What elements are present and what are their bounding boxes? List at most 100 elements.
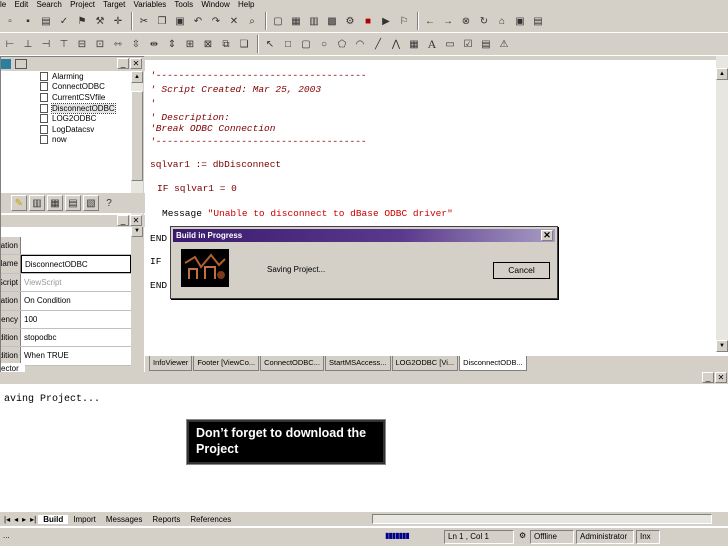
screen-icon[interactable]: ▢ [270, 13, 286, 29]
refresh-icon[interactable]: ↻ [476, 13, 492, 29]
delete-icon[interactable]: ✕ [226, 13, 242, 29]
text-icon[interactable]: A [424, 36, 440, 52]
view-script-link[interactable]: ViewScript [21, 274, 131, 291]
forward-icon[interactable]: → [440, 13, 456, 29]
tab-reports[interactable]: Reports [147, 515, 185, 524]
grid-icon[interactable]: ▩ [324, 13, 340, 29]
scroll-thumb[interactable] [131, 91, 143, 181]
print-preview-icon[interactable]: ▤ [530, 13, 546, 29]
scroll-down-icon[interactable]: ▼ [716, 340, 728, 352]
scroll-up-icon[interactable]: ▲ [716, 68, 728, 80]
group-icon[interactable]: ⊞ [182, 36, 198, 52]
frequency-field[interactable]: 100 [21, 311, 131, 328]
same-height-icon[interactable]: ⇕ [164, 36, 180, 52]
tab-messages[interactable]: Messages [101, 515, 147, 524]
paste-icon[interactable]: ▣ [172, 13, 188, 29]
tasks-tab-icon[interactable]: ▤ [65, 195, 81, 211]
tab-startmsaccess[interactable]: StartMSAccess... [324, 356, 391, 371]
align-middle-icon[interactable]: ⊟ [74, 36, 90, 52]
menu-variables[interactable]: Variables [134, 0, 167, 9]
window-icon[interactable]: ▥ [306, 13, 322, 29]
arc-icon[interactable]: ◠ [352, 36, 368, 52]
close-icon[interactable]: ✕ [715, 372, 727, 383]
tools-icon[interactable]: ⚙ [342, 13, 358, 29]
pencil-icon[interactable]: ✎ [11, 195, 27, 211]
menu-edit[interactable]: Edit [14, 0, 28, 9]
same-width-icon[interactable]: ⇹ [146, 36, 162, 52]
check-icon[interactable]: ✓ [56, 13, 72, 29]
print-icon[interactable]: ▤ [38, 13, 54, 29]
minimize-button[interactable]: _ [117, 215, 129, 226]
runtime-icon[interactable]: ▶ [378, 13, 394, 29]
menu-help[interactable]: Help [238, 0, 254, 9]
minimize-button[interactable]: _ [702, 372, 714, 383]
tab-scroll-last-icon[interactable]: ▸| [28, 515, 38, 524]
tab-scroll-next-icon[interactable]: ▸ [20, 515, 28, 524]
tab-footer[interactable]: Footer [ViewCo... [193, 356, 260, 371]
tab-connectodbc[interactable]: ConnectODBC... [260, 356, 324, 371]
select-icon[interactable]: ↖ [262, 36, 278, 52]
button-icon[interactable]: ▭ [442, 36, 458, 52]
horizontal-scrollbar[interactable] [372, 514, 712, 524]
menu-project[interactable]: Project [70, 0, 95, 9]
home-icon[interactable]: ⌂ [494, 13, 510, 29]
tab-scroll-prev-icon[interactable]: ◂ [12, 515, 20, 524]
minimize-button[interactable]: _ [117, 58, 129, 69]
network-icon[interactable]: ⚐ [396, 13, 412, 29]
bitmap-icon[interactable]: ▦ [406, 36, 422, 52]
menu-target[interactable]: Target [103, 0, 125, 9]
send-back-icon[interactable]: ❏ [236, 36, 252, 52]
tab-infoviewer[interactable]: InfoViewer [149, 356, 193, 371]
menu-search[interactable]: Search [37, 0, 62, 9]
space-vertical-icon[interactable]: ⇳ [128, 36, 144, 52]
align-top-icon[interactable]: ⊤ [56, 36, 72, 52]
tab-build[interactable]: Build [38, 514, 69, 524]
save-icon[interactable]: ▪ [20, 13, 36, 29]
pin-icon[interactable]: ✛ [110, 13, 126, 29]
rectangle-icon[interactable]: □ [280, 36, 296, 52]
redo-icon[interactable]: ↷ [208, 13, 224, 29]
align-left-icon[interactable]: ⊢ [2, 36, 18, 52]
polyline-icon[interactable]: ⋀ [388, 36, 404, 52]
database-tab-icon[interactable]: ▥ [29, 195, 45, 211]
cancel-button[interactable]: Cancel [493, 262, 550, 279]
tree-item-selected[interactable]: DisconnectODBC [1, 102, 131, 114]
align-center-icon[interactable]: ⊥ [20, 36, 36, 52]
stop-icon[interactable]: ⊗ [458, 13, 474, 29]
combo-icon[interactable]: ▤ [478, 36, 494, 52]
graphics-tab-icon[interactable]: ▦ [47, 195, 63, 211]
flag-icon[interactable]: ⚑ [74, 13, 90, 29]
copy-icon[interactable]: ❐ [154, 13, 170, 29]
script-editor[interactable]: '------------------------------------- '… [145, 56, 728, 356]
scroll-up-icon[interactable]: ▲ [131, 71, 143, 83]
condition-field[interactable]: stopodbc [21, 329, 131, 346]
bring-front-icon[interactable]: ⧉ [218, 36, 234, 52]
tab-references[interactable]: References [185, 515, 236, 524]
tab-import[interactable]: Import [68, 515, 101, 524]
property-value[interactable] [21, 237, 131, 254]
checkbox-icon[interactable]: ☑ [460, 36, 476, 52]
condition-mode-field[interactable]: When TRUE [21, 347, 131, 364]
database-icon[interactable]: ■ [360, 13, 376, 29]
activation-field[interactable]: On Condition [21, 292, 131, 309]
tree-item[interactable]: CurrentCSVfile [1, 92, 131, 103]
ellipse-icon[interactable]: ○ [316, 36, 332, 52]
editor-scrollbar[interactable]: ▲ ▼ [716, 56, 728, 352]
tree-item[interactable]: LogDatacsv [1, 124, 131, 135]
tree-item[interactable]: Alarming [1, 71, 131, 82]
space-horizontal-icon[interactable]: ⇿ [110, 36, 126, 52]
alarm-icon[interactable]: ⚠ [496, 36, 512, 52]
help-icon[interactable]: ? [101, 195, 117, 211]
tree-item[interactable]: LOG2ODBC [1, 113, 131, 124]
cut-icon[interactable]: ✂ [136, 13, 152, 29]
line-icon[interactable]: ╱ [370, 36, 386, 52]
comm-tab-icon[interactable]: ▧ [83, 195, 99, 211]
tag-icon[interactable]: ▦ [288, 13, 304, 29]
polygon-icon[interactable]: ⬠ [334, 36, 350, 52]
tab-scroll-first-icon[interactable]: |◂ [2, 515, 12, 524]
close-icon[interactable]: ✕ [130, 215, 142, 226]
build-icon[interactable]: ⚒ [92, 13, 108, 29]
new-file-icon[interactable]: ▫ [2, 13, 18, 29]
tree-item[interactable]: ConnectODBC [1, 82, 131, 93]
image-icon[interactable]: ▣ [512, 13, 528, 29]
